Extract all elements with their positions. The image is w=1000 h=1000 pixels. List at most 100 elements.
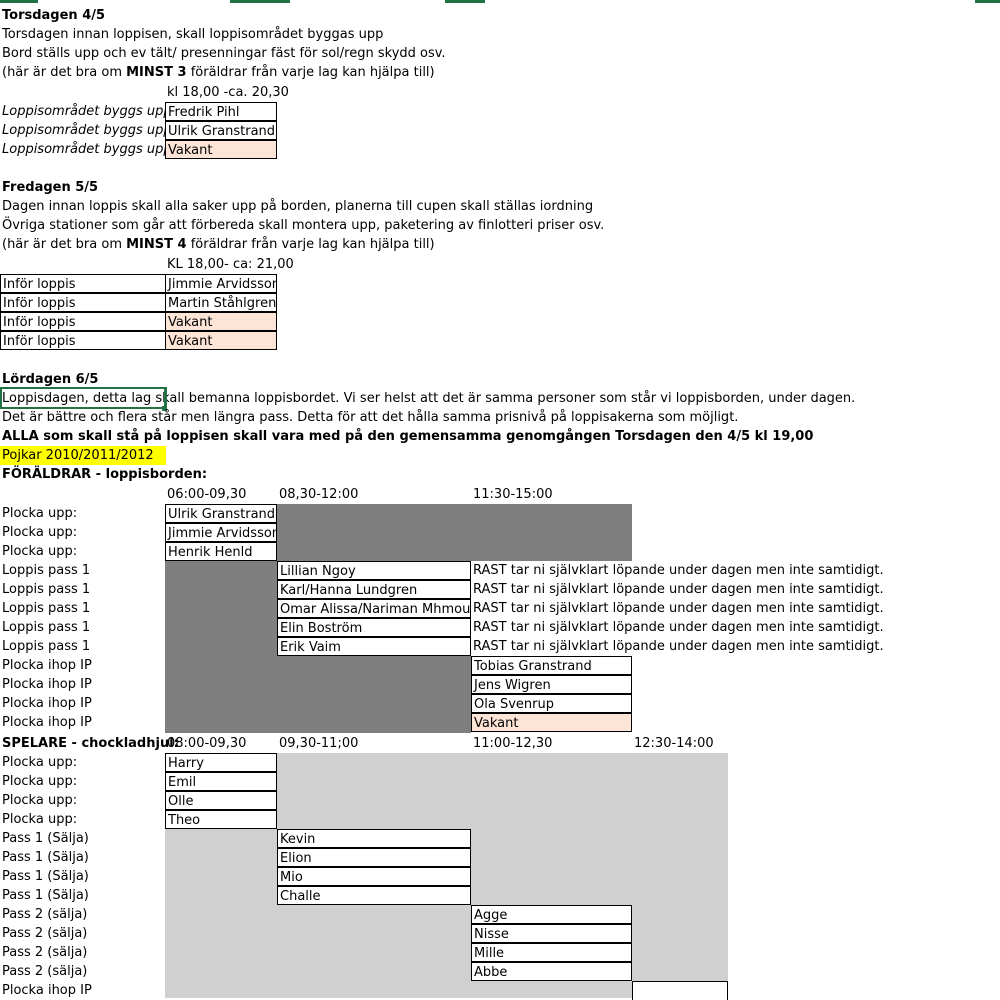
players-pass1-name[interactable]: Challe [277, 886, 471, 905]
top-edge-segment [230, 0, 290, 3]
break-note[interactable]: RAST tar ni självklart löpande under dag… [471, 580, 884, 599]
friday-header[interactable]: Fredagen 5/5 [0, 178, 98, 197]
players-pass2-task[interactable]: Pass 2 (sälja) [0, 943, 87, 962]
parents-pass-name[interactable]: Lillian Ngoy [277, 561, 471, 580]
parents-time-3[interactable]: 11:30-15:00 [471, 485, 553, 504]
thursday-header[interactable]: Torsdagen 4/5 [0, 6, 105, 25]
parents-label[interactable]: FÖRÄLDRAR - loppisborden: [0, 465, 207, 484]
players-pass2-name[interactable]: Nisse [471, 924, 632, 943]
break-note[interactable]: RAST tar ni självklart löpande under dag… [471, 618, 884, 637]
parents-pickup-task[interactable]: Plocka upp: [0, 523, 77, 542]
players-pass1-task[interactable]: Pass 1 (Sälja) [0, 848, 89, 867]
thursday-name-vacant[interactable]: Vakant [165, 140, 277, 159]
parents-pickup-name[interactable]: Henrik Henld [165, 542, 277, 561]
players-pickup-task[interactable]: Plocka upp: [0, 810, 77, 829]
players-pass1-task[interactable]: Pass 1 (Sälja) [0, 867, 89, 886]
players-packup-name[interactable] [632, 981, 728, 1000]
players-pickup-name[interactable]: Harry [165, 753, 277, 772]
parents-packup-name[interactable]: Jens Wigren [471, 675, 632, 694]
team-label[interactable]: Pojkar 2010/2011/2012 [0, 446, 166, 465]
players-pickup-name[interactable]: Emil [165, 772, 277, 791]
parents-packup-task[interactable]: Plocka ihop IP [0, 713, 92, 732]
parents-pass-name[interactable]: Omar Alissa/Nariman Mhmoud [277, 599, 471, 618]
friday-name-vacant[interactable]: Vakant [165, 312, 277, 331]
players-pass2-task[interactable]: Pass 2 (sälja) [0, 924, 87, 943]
parents-pickup-name[interactable]: Jimmie Arvidsson [165, 523, 277, 542]
players-pass2-name[interactable]: Agge [471, 905, 632, 924]
thursday-note[interactable]: (här är det bra om MINST 3 föräldrar frå… [0, 63, 435, 82]
unused-slot-block [471, 981, 632, 998]
players-time-2[interactable]: 09,30-11;00 [277, 734, 358, 753]
players-pass1-name[interactable]: Kevin [277, 829, 471, 848]
players-pass1-task[interactable]: Pass 1 (Sälja) [0, 886, 89, 905]
break-note[interactable]: RAST tar ni självklart löpande under dag… [471, 561, 884, 580]
parents-pickup-name[interactable]: Ulrik Granstrand [165, 504, 277, 523]
friday-task[interactable]: Inför loppis [0, 312, 166, 331]
players-pass1-task[interactable]: Pass 1 (Sälja) [0, 829, 89, 848]
parents-pass-name[interactable]: Karl/Hanna Lundgren [277, 580, 471, 599]
thursday-line-1[interactable]: Torsdagen innan loppisen, skall loppisom… [0, 25, 383, 44]
friday-time[interactable]: KL 18,00- ca: 21,00 [165, 255, 294, 274]
parents-packup-name[interactable]: Ola Svenrup [471, 694, 632, 713]
parents-time-1[interactable]: 06:00-09,30 [165, 485, 246, 504]
parents-pass-task[interactable]: Loppis pass 1 [0, 599, 90, 618]
parents-pass-name[interactable]: Erik Vaim [277, 637, 471, 656]
players-pickup-name[interactable]: Olle [165, 791, 277, 810]
players-pass1-name[interactable]: Mio [277, 867, 471, 886]
parents-packup-task[interactable]: Plocka ihop IP [0, 675, 92, 694]
friday-name-vacant[interactable]: Vakant [165, 331, 277, 350]
players-time-3[interactable]: 11:00-12,30 [471, 734, 552, 753]
friday-line-2[interactable]: Övriga stationer som går att förbereda s… [0, 216, 604, 235]
thursday-task[interactable]: Loppisområdet byggs upp [0, 102, 172, 121]
thursday-name[interactable]: Ulrik Granstrand [165, 121, 277, 140]
parents-packup-task[interactable]: Plocka ihop IP [0, 656, 92, 675]
thursday-task[interactable]: Loppisområdet byggs upp [0, 140, 172, 159]
players-pickup-task[interactable]: Plocka upp: [0, 791, 77, 810]
players-packup-task[interactable]: Plocka ihop IP [0, 981, 92, 1000]
players-time-1[interactable]: 08:00-09,30 [165, 734, 246, 753]
break-note[interactable]: RAST tar ni självklart löpande under dag… [471, 637, 884, 656]
friday-note[interactable]: (här är det bra om MINST 4 föräldrar frå… [0, 235, 435, 254]
parents-pass-task[interactable]: Loppis pass 1 [0, 637, 90, 656]
note-emphasis: MINST 4 [126, 237, 187, 252]
unused-slot-block [277, 905, 471, 998]
parents-packup-name-vacant[interactable]: Vakant [471, 713, 632, 732]
parents-packup-name[interactable]: Tobias Granstrand [471, 656, 632, 675]
break-note[interactable]: RAST tar ni självklart löpande under dag… [471, 599, 884, 618]
saturday-line-2[interactable]: Det är bättre och flera står men längra … [0, 408, 738, 427]
players-pass2-task[interactable]: Pass 2 (sälja) [0, 962, 87, 981]
friday-task[interactable]: Inför loppis [0, 293, 166, 312]
note-text: (här är det bra om [2, 237, 127, 252]
friday-name[interactable]: Jimmie Arvidsson [165, 274, 277, 293]
parents-pass-name[interactable]: Elin Boström [277, 618, 471, 637]
friday-task[interactable]: Inför loppis [0, 274, 166, 293]
thursday-task[interactable]: Loppisområdet byggs upp [0, 121, 172, 140]
players-pickup-task[interactable]: Plocka upp: [0, 753, 77, 772]
players-label[interactable]: SPELARE - chockladhjul: [0, 734, 179, 753]
players-time-4[interactable]: 12:30-14:00 [632, 734, 714, 753]
players-pickup-task[interactable]: Plocka upp: [0, 772, 77, 791]
parents-time-2[interactable]: 08,30-12:00 [277, 485, 358, 504]
top-edge-segment [975, 0, 1000, 3]
thursday-name[interactable]: Fredrik Pihl [165, 102, 277, 121]
parents-pass-task[interactable]: Loppis pass 1 [0, 580, 90, 599]
thursday-time[interactable]: kl 18,00 -ca. 20,30 [165, 83, 289, 102]
friday-name[interactable]: Martin Ståhlgren [165, 293, 277, 312]
players-pass2-name[interactable]: Abbe [471, 962, 632, 981]
players-pass2-task[interactable]: Pass 2 (sälja) [0, 905, 87, 924]
active-cell-selection[interactable] [0, 387, 167, 409]
parents-pass-task[interactable]: Loppis pass 1 [0, 618, 90, 637]
parents-pass-task[interactable]: Loppis pass 1 [0, 561, 90, 580]
friday-line-1[interactable]: Dagen innan loppis skall alla saker upp … [0, 197, 593, 216]
friday-task[interactable]: Inför loppis [0, 331, 166, 350]
players-pickup-name[interactable]: Theo [165, 810, 277, 829]
parents-pickup-task[interactable]: Plocka upp: [0, 504, 77, 523]
unused-slot-block [165, 829, 277, 998]
note-emphasis: MINST 3 [126, 65, 187, 80]
players-pass2-name[interactable]: Mille [471, 943, 632, 962]
players-pass1-name[interactable]: Elion [277, 848, 471, 867]
parents-pickup-task[interactable]: Plocka upp: [0, 542, 77, 561]
parents-packup-task[interactable]: Plocka ihop IP [0, 694, 92, 713]
thursday-line-2[interactable]: Bord ställs upp och ev tält/ presenninga… [0, 44, 446, 63]
saturday-bold-line[interactable]: ALLA som skall stå på loppisen skall var… [0, 427, 813, 446]
